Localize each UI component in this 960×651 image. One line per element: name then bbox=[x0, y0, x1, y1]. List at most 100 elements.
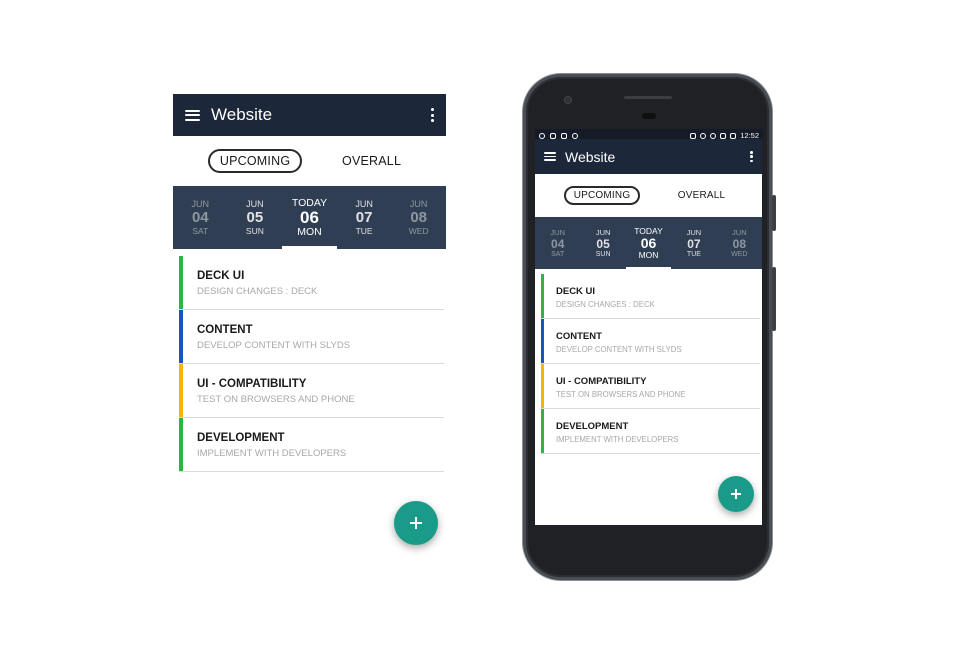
task-color-bar bbox=[541, 409, 544, 453]
task-title: DECK UI bbox=[556, 286, 596, 297]
add-task-button[interactable] bbox=[394, 501, 438, 545]
task-item[interactable]: CONTENT DEVELOP CONTENT WITH SLYDS bbox=[541, 319, 760, 364]
add-task-button[interactable] bbox=[718, 476, 754, 512]
task-title: DEVELOPMENT bbox=[197, 432, 285, 444]
task-title: DEVELOPMENT bbox=[556, 421, 629, 432]
date-day: 08 bbox=[732, 237, 746, 251]
date-month: JUN bbox=[595, 228, 611, 237]
date-day: 07 bbox=[355, 209, 373, 226]
task-color-bar bbox=[179, 256, 183, 309]
date-month: JUN bbox=[246, 199, 264, 209]
date-item-today[interactable]: TODAY 06 MON bbox=[282, 186, 337, 249]
task-subtitle: TEST ON BROWSERS AND PHONE bbox=[556, 390, 686, 399]
date-item[interactable]: JUN 07 TUE bbox=[337, 186, 392, 249]
menu-icon[interactable] bbox=[185, 109, 200, 121]
date-weekday: WED bbox=[731, 251, 748, 258]
task-subtitle: DEVELOP CONTENT WITH SLYDS bbox=[556, 345, 682, 354]
task-title: UI - COMPATIBILITY bbox=[556, 376, 647, 387]
date-day: 04 bbox=[551, 237, 565, 251]
task-subtitle: DESIGN CHANGES : DECK bbox=[556, 300, 655, 309]
task-color-bar bbox=[541, 274, 544, 318]
task-subtitle: DEVELOP CONTENT WITH SLYDS bbox=[197, 340, 351, 351]
date-item-today[interactable]: TODAY 06 MON bbox=[625, 217, 672, 269]
date-weekday: SUN bbox=[245, 226, 264, 236]
task-title: UI - COMPATIBILITY bbox=[197, 378, 307, 390]
task-subtitle: IMPLEMENT WITH DEVELOPERS bbox=[556, 435, 679, 444]
menu-icon[interactable] bbox=[544, 152, 556, 161]
date-item[interactable]: JUN 05 SUN bbox=[228, 186, 283, 249]
task-item[interactable]: DECK UI DESIGN CHANGES : DECK bbox=[541, 274, 760, 319]
date-strip: JUN 04 SAT JUN 05 SUN TODAY 06 MON JUN 07 TUE JU… bbox=[173, 186, 446, 249]
page-title: Website bbox=[565, 148, 616, 165]
task-item[interactable]: DEVELOPMENT IMPLEMENT WITH DEVELOPERS bbox=[179, 418, 444, 472]
date-weekday: SAT bbox=[551, 251, 565, 258]
date-item[interactable]: JUN 04 SAT bbox=[173, 186, 228, 249]
task-color-bar bbox=[179, 364, 183, 417]
power-button bbox=[772, 195, 776, 231]
more-vert-icon[interactable] bbox=[750, 151, 753, 162]
vibrate-icon bbox=[690, 132, 697, 139]
date-month: JUN bbox=[191, 199, 210, 209]
battery-icon bbox=[730, 132, 737, 139]
task-title: DECK UI bbox=[197, 270, 245, 282]
page-title: Website bbox=[211, 105, 273, 124]
app-screen-phone: Website UPCOMING OVERALL JUN 04 SAT JUN 05 S… bbox=[535, 139, 762, 525]
date-item[interactable]: JUN 04 SAT bbox=[535, 217, 580, 269]
task-item[interactable]: DECK UI DESIGN CHANGES : DECK bbox=[179, 256, 444, 310]
volume-button bbox=[772, 267, 776, 331]
stage: Website UPCOMING OVERALL JUN 04 SAT JUN 05 S… bbox=[0, 0, 960, 651]
date-day: 05 bbox=[246, 209, 264, 226]
date-weekday: WED bbox=[408, 226, 429, 236]
clock-icon bbox=[700, 132, 707, 139]
view-toggle: UPCOMING OVERALL bbox=[173, 136, 446, 186]
task-title: CONTENT bbox=[197, 324, 253, 336]
task-subtitle: IMPLEMENT WITH DEVELOPERS bbox=[197, 448, 347, 459]
more-vert-icon[interactable] bbox=[430, 108, 434, 122]
task-subtitle: DESIGN CHANGES : DECK bbox=[197, 286, 318, 297]
date-month: JUN bbox=[409, 199, 428, 209]
task-color-bar bbox=[541, 364, 544, 408]
plus-icon bbox=[731, 489, 741, 499]
front-camera bbox=[564, 96, 572, 104]
task-item[interactable]: CONTENT DEVELOP CONTENT WITH SLYDS bbox=[179, 310, 444, 364]
task-item[interactable]: DEVELOPMENT IMPLEMENT WITH DEVELOPERS bbox=[541, 409, 760, 454]
date-item[interactable]: JUN 08 WED bbox=[717, 217, 762, 269]
date-weekday: TUE bbox=[355, 226, 373, 236]
app-bar: Website bbox=[535, 139, 762, 174]
task-subtitle: TEST ON BROWSERS AND PHONE bbox=[197, 394, 355, 405]
wifi-icon bbox=[710, 132, 717, 139]
date-day: 04 bbox=[191, 209, 209, 226]
task-item[interactable]: UI - COMPATIBILITY TEST ON BROWSERS AND P… bbox=[541, 364, 760, 409]
task-list: DECK UI DESIGN CHANGES : DECK CONTENT DEVE… bbox=[535, 274, 762, 454]
date-weekday: TUE bbox=[686, 251, 701, 258]
plus-icon bbox=[410, 517, 422, 529]
date-item[interactable]: JUN 05 SUN bbox=[580, 217, 625, 269]
alarm-icon bbox=[539, 132, 545, 139]
view-toggle: UPCOMING OVERALL bbox=[535, 174, 762, 217]
task-title: CONTENT bbox=[556, 331, 602, 342]
date-month: JUN bbox=[550, 228, 565, 237]
date-strip: JUN 04 SAT JUN 05 SUN TODAY 06 MON JUN 07 TUE JU… bbox=[535, 217, 762, 269]
app-bar: Website bbox=[173, 94, 446, 136]
tab-upcoming[interactable]: UPCOMING bbox=[207, 149, 303, 173]
task-item[interactable]: UI - COMPATIBILITY TEST ON BROWSERS AND P… bbox=[179, 364, 444, 418]
date-day: 08 bbox=[410, 209, 428, 226]
app-screen-large: Website UPCOMING OVERALL JUN 04 SAT JUN 05 S… bbox=[173, 94, 446, 564]
task-color-bar bbox=[179, 418, 183, 471]
date-item[interactable]: JUN 07 TUE bbox=[671, 217, 716, 269]
proximity-sensor bbox=[642, 113, 656, 119]
sync-icon bbox=[572, 132, 578, 139]
tab-overall[interactable]: OVERALL bbox=[332, 151, 411, 171]
date-month: JUN bbox=[355, 199, 373, 209]
task-color-bar bbox=[179, 310, 183, 363]
signal-icon bbox=[720, 132, 727, 139]
date-day: 06 bbox=[640, 235, 657, 251]
date-weekday: MON bbox=[297, 226, 322, 238]
date-item[interactable]: JUN 08 WED bbox=[391, 186, 446, 249]
date-month: JUN bbox=[686, 228, 702, 237]
date-day: 06 bbox=[300, 208, 319, 227]
date-weekday: SAT bbox=[192, 226, 209, 236]
tab-overall[interactable]: OVERALL bbox=[670, 188, 734, 203]
task-color-bar bbox=[541, 319, 544, 363]
tab-upcoming[interactable]: UPCOMING bbox=[563, 186, 641, 205]
